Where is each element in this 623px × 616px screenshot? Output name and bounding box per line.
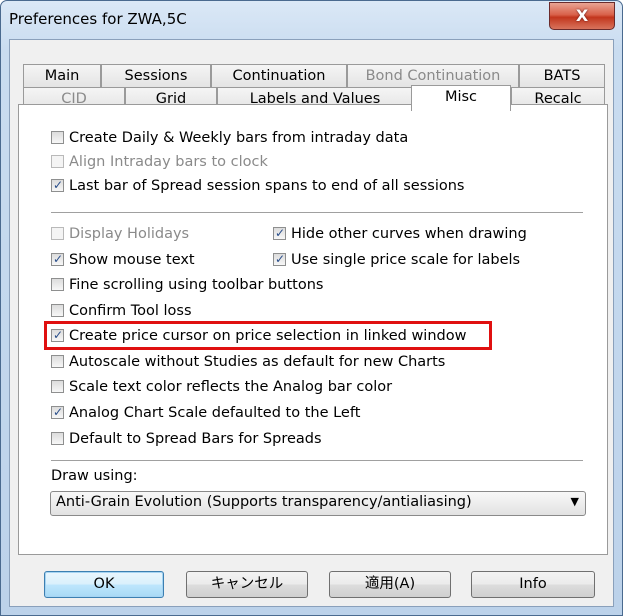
tab-main[interactable]: Main <box>23 64 101 88</box>
close-button[interactable]: X <box>549 2 615 30</box>
dropdown-arrow-icon: ▼ <box>570 495 579 508</box>
checkbox-box[interactable] <box>51 326 64 344</box>
preferences-window: Preferences for ZWA,5C X Main Sessions C… <box>0 0 623 616</box>
separator <box>51 460 583 462</box>
tab-bats[interactable]: BATS <box>519 64 605 88</box>
info-button[interactable]: Info <box>471 571 595 598</box>
checkbox-box[interactable] <box>273 224 286 242</box>
checkbox-box[interactable] <box>273 250 286 268</box>
apply-button[interactable]: 適用(A) <box>329 571 451 598</box>
draw-using-label: Draw using: <box>51 468 138 484</box>
window-title: Preferences for ZWA,5C <box>9 10 187 28</box>
checkbox-box[interactable] <box>51 380 64 393</box>
tab-continuation[interactable]: Continuation <box>211 64 347 88</box>
checkbox-box[interactable] <box>51 227 64 240</box>
close-icon: X <box>575 6 589 25</box>
checkbox-box[interactable] <box>51 403 64 421</box>
checkbox-box[interactable] <box>51 176 64 194</box>
checkbox-box[interactable] <box>51 131 64 144</box>
draw-using-select[interactable]: Anti-Grain Evolution (Supports transpare… <box>50 491 586 516</box>
misc-tab-panel: Create Daily & Weekly bars from intraday… <box>18 104 608 555</box>
cancel-button[interactable]: キャンセル <box>186 571 308 598</box>
ok-button[interactable]: OK <box>44 571 164 598</box>
checkbox-box[interactable] <box>51 355 64 368</box>
tab-misc[interactable]: Misc <box>411 85 511 111</box>
checkbox-box[interactable] <box>51 278 64 291</box>
checkbox-box[interactable] <box>51 432 64 445</box>
checkbox-box[interactable] <box>51 304 64 317</box>
title-bar[interactable]: Preferences for ZWA,5C X <box>1 1 622 39</box>
tab-sessions[interactable]: Sessions <box>101 64 211 88</box>
separator <box>51 212 583 214</box>
checkbox-box[interactable] <box>51 155 64 168</box>
checkbox-box[interactable] <box>51 250 64 268</box>
